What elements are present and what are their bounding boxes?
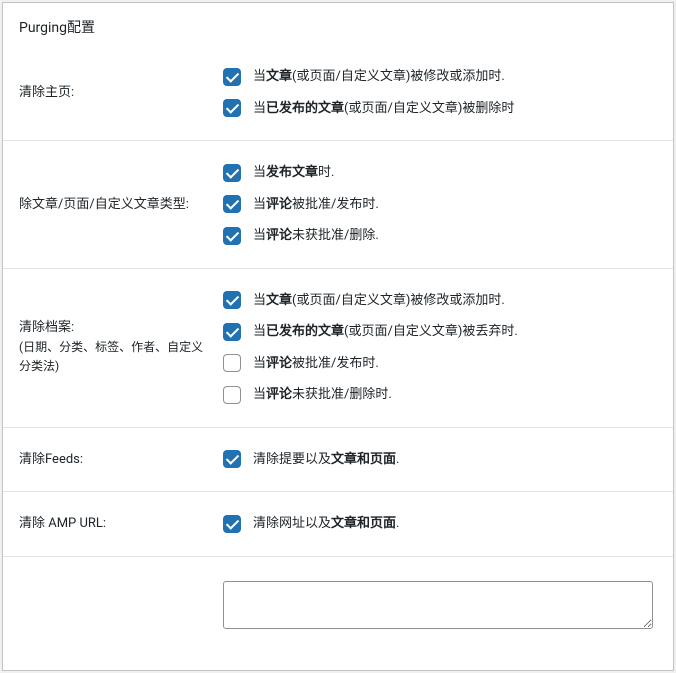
custom-urls-label — [3, 556, 223, 649]
homepage-checkbox-0[interactable] — [223, 68, 241, 86]
post-option-row-2: 当评论未获批准/删除. — [223, 220, 657, 252]
feeds-option-row-0: 清除提要以及文章和页面. — [223, 444, 657, 476]
purging-config-panel: Purging配置 清除主页: 当文章(或页面/自定义文章)被修改或添加时. — [2, 2, 674, 671]
settings-form-table: 清除主页: 当文章(或页面/自定义文章)被修改或添加时. 当已发布的文章(或页面… — [3, 45, 673, 649]
post-option-label-1: 当评论被批准/发布时. — [253, 195, 379, 215]
archive-checkbox-1[interactable] — [223, 323, 241, 341]
post-option-label-0: 当发布文章时. — [253, 163, 334, 183]
homepage-section-label: 清除主页: — [3, 45, 223, 141]
amp-checkbox-0[interactable] — [223, 515, 241, 533]
post-checkbox-0[interactable] — [223, 164, 241, 182]
archive-option-row-3: 当评论未获批准/删除时. — [223, 379, 657, 411]
homepage-option-label-0: 当文章(或页面/自定义文章)被修改或添加时. — [253, 67, 505, 87]
archive-option-label-1: 当已发布的文章(或页面/自定义文章)被丢弃时. — [253, 322, 518, 342]
post-option-label-2: 当评论未获批准/删除. — [253, 226, 379, 246]
archive-sublabel-text: (日期、分类、标签、作者、自定义分类法) — [19, 340, 203, 374]
homepage-option-label-1: 当已发布的文章(或页面/自定义文章)被删除时 — [253, 99, 514, 119]
amp-option-label-0: 清除网址以及文章和页面. — [253, 514, 399, 534]
post-checkbox-1[interactable] — [223, 195, 241, 213]
post-option-row-0: 当发布文章时. — [223, 157, 657, 189]
amp-option-row-0: 清除网址以及文章和页面. — [223, 508, 657, 540]
post-checkbox-2[interactable] — [223, 227, 241, 245]
panel-title: Purging配置 — [3, 3, 673, 45]
archive-option-row-2: 当评论被批准/发布时. — [223, 348, 657, 380]
homepage-option-row-0: 当文章(或页面/自定义文章)被修改或添加时. — [223, 61, 657, 93]
amp-section-label: 清除 AMP URL: — [3, 492, 223, 557]
homepage-checkbox-1[interactable] — [223, 99, 241, 117]
archive-option-row-1: 当已发布的文章(或页面/自定义文章)被丢弃时. — [223, 316, 657, 348]
post-section-label: 除文章/页面/自定义文章类型: — [3, 141, 223, 269]
feeds-section-label: 清除Feeds: — [3, 427, 223, 492]
feeds-checkbox-0[interactable] — [223, 450, 241, 468]
archive-option-row-0: 当文章(或页面/自定义文章)被修改或添加时. — [223, 285, 657, 317]
archive-option-label-0: 当文章(或页面/自定义文章)被修改或添加时. — [253, 291, 505, 311]
archive-option-label-2: 当评论被批准/发布时. — [253, 354, 379, 374]
feeds-option-label-0: 清除提要以及文章和页面. — [253, 450, 399, 470]
archive-option-label-3: 当评论未获批准/删除时. — [253, 385, 392, 405]
archive-checkbox-3[interactable] — [223, 386, 241, 404]
archive-section-label: 清除档案: (日期、分类、标签、作者、自定义分类法) — [3, 268, 223, 427]
archive-checkbox-2[interactable] — [223, 354, 241, 372]
homepage-option-row-1: 当已发布的文章(或页面/自定义文章)被删除时 — [223, 93, 657, 125]
custom-urls-textarea[interactable] — [223, 581, 653, 629]
post-option-row-1: 当评论被批准/发布时. — [223, 189, 657, 221]
archive-label-text: 清除档案: — [19, 320, 74, 335]
archive-checkbox-0[interactable] — [223, 291, 241, 309]
